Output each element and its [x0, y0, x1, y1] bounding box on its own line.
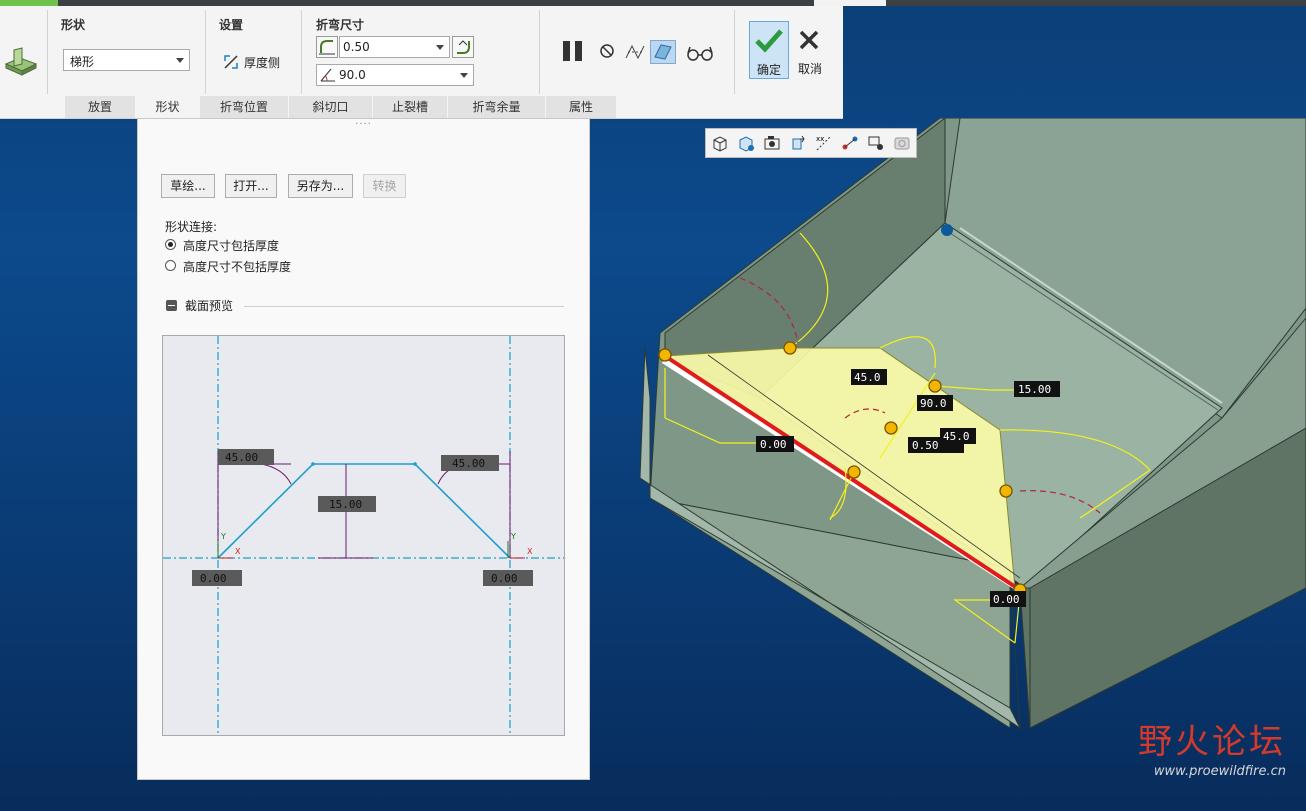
bend-radius-field[interactable]: 0.50 — [339, 36, 450, 58]
separator — [205, 10, 206, 94]
axis-y-label: Y — [510, 532, 516, 541]
bend-radius-value: 0.50 — [343, 40, 370, 54]
dim-radius[interactable]: 0.50 — [912, 439, 939, 452]
separator — [734, 10, 735, 94]
bend-angle-field[interactable]: 90.0 — [316, 64, 474, 86]
tab-relief[interactable]: 止裂槽 — [373, 96, 448, 118]
sketch-button[interactable]: 草绘... — [161, 174, 215, 198]
shape-connection-label: 形状连接: — [165, 220, 218, 234]
axis-x-label: X — [527, 547, 533, 556]
separator — [539, 10, 540, 94]
ok-label: 确定 — [756, 63, 781, 77]
appearance-icon[interactable] — [892, 133, 912, 153]
close-icon — [799, 30, 819, 50]
glasses-icon[interactable] — [686, 44, 714, 62]
dim-left-angle[interactable]: 45.00 — [225, 451, 258, 464]
dim-length[interactable]: 15.00 — [1018, 383, 1051, 396]
thickness-side-label: 厚度侧 — [244, 56, 281, 70]
dim-edge-right[interactable]: 0.00 — [993, 593, 1020, 606]
radio-include-thickness[interactable] — [165, 239, 176, 250]
axis-y-label: Y — [220, 532, 226, 541]
watermark-title: 野火论坛 — [1138, 722, 1286, 762]
shape-panel: ···· 草绘... 打开... 另存为... 转换 形状连接: 高度尺寸包括厚… — [137, 118, 590, 780]
bend-size-group-title: 折弯尺寸 — [316, 18, 365, 32]
cancel-button[interactable]: 取消 — [792, 21, 828, 79]
drag-handle[interactable] — [884, 421, 898, 435]
dim-right-offset[interactable]: 0.00 — [491, 572, 518, 585]
dim-angle-top[interactable]: 45.0 — [854, 371, 881, 384]
ok-button[interactable]: 确定 — [749, 21, 789, 79]
annotation-display-icon[interactable] — [866, 133, 886, 153]
drag-handle[interactable] — [847, 465, 861, 479]
axis-x-label: X — [235, 547, 241, 556]
panel-resize-handle[interactable]: ···· — [138, 119, 589, 130]
flip-radius-icon[interactable] — [452, 36, 474, 58]
tab-bend-allowance[interactable]: 折弯余量 — [448, 96, 546, 118]
settings-group-title: 设置 — [219, 18, 244, 32]
flange-icon[interactable] — [4, 46, 38, 76]
shape-group-title: 形状 — [61, 18, 86, 32]
svg-text:xx: xx — [816, 135, 824, 143]
section-preview-title: 截面预览 — [185, 299, 234, 313]
section-preview: Y X Y X 45.00 45.00 15.00 0.00 0.00 — [162, 335, 565, 736]
collapse-icon[interactable] — [166, 300, 177, 311]
profile-value: 梯形 — [70, 55, 95, 69]
radio-label-include[interactable]: 高度尺寸包括厚度 — [183, 237, 279, 254]
tab-properties[interactable]: 属性 — [546, 96, 617, 118]
separator — [301, 10, 302, 94]
dim-height[interactable]: 15.00 — [329, 498, 362, 511]
watermark-url: www.proewildfire.cn — [1153, 764, 1286, 779]
pause-icon[interactable] — [560, 38, 586, 64]
profile-dropdown[interactable]: 梯形 — [63, 49, 190, 71]
saved-views-icon[interactable] — [762, 133, 782, 153]
view-manager-icon[interactable] — [788, 133, 808, 153]
tab-placement[interactable]: 放置 — [65, 96, 136, 118]
chevron-down-icon — [460, 73, 468, 78]
drag-handle[interactable] — [999, 484, 1013, 498]
dim-bend-angle[interactable]: 90.0 — [920, 397, 947, 410]
view-toolbar: xx — [705, 128, 917, 158]
dim-edge-left[interactable]: 0.00 — [760, 438, 787, 451]
tab-miter-cuts[interactable]: 斜切口 — [289, 96, 373, 118]
vertex-marker — [941, 224, 953, 236]
geometry-preview-icon[interactable] — [650, 40, 676, 64]
drag-handle[interactable] — [928, 379, 942, 393]
convert-button[interactable]: 转换 — [363, 174, 406, 198]
no-preview-icon[interactable] — [598, 42, 616, 60]
thickness-side-icon — [224, 55, 238, 69]
open-button[interactable]: 打开... — [225, 174, 277, 198]
dim-right-angle[interactable]: 45.00 — [452, 457, 485, 470]
angle-icon — [320, 68, 335, 82]
separator — [47, 10, 48, 94]
section-divider — [244, 306, 564, 307]
datum-display-icon[interactable]: xx — [814, 133, 834, 153]
tab-bend-position[interactable]: 折弯位置 — [200, 96, 289, 118]
drag-handle[interactable] — [783, 341, 797, 355]
model-viewport[interactable]: 45.0 90.0 15.00 0.50 45.0 0.00 0.00 — [590, 118, 1306, 811]
save-as-button[interactable]: 另存为... — [288, 174, 353, 198]
dim-angle-right[interactable]: 45.0 — [943, 430, 970, 443]
chevron-down-icon — [436, 45, 444, 50]
radio-exclude-thickness[interactable] — [165, 260, 176, 271]
ribbon: 形状 梯形 设置 厚度侧 折弯尺寸 0.50 90.0 确定 取消 放置 形状 … — [0, 6, 843, 119]
drag-handle[interactable] — [658, 348, 672, 362]
watermark: 野火论坛 www.proewildfire.cn — [1138, 722, 1286, 779]
checkmark-icon — [755, 29, 783, 53]
inner-radius-icon[interactable] — [316, 36, 338, 58]
dim-left-offset[interactable]: 0.00 — [200, 572, 227, 585]
tab-shape[interactable]: 形状 — [136, 96, 200, 118]
display-style-icon[interactable] — [736, 133, 756, 153]
spin-center-icon[interactable] — [840, 133, 860, 153]
chevron-down-icon — [176, 58, 184, 63]
cancel-label: 取消 — [797, 62, 822, 76]
bend-angle-value: 90.0 — [339, 68, 366, 82]
refit-icon[interactable] — [710, 133, 730, 153]
verify-mode-icon[interactable] — [624, 42, 646, 62]
radio-label-exclude[interactable]: 高度尺寸不包括厚度 — [183, 258, 291, 275]
